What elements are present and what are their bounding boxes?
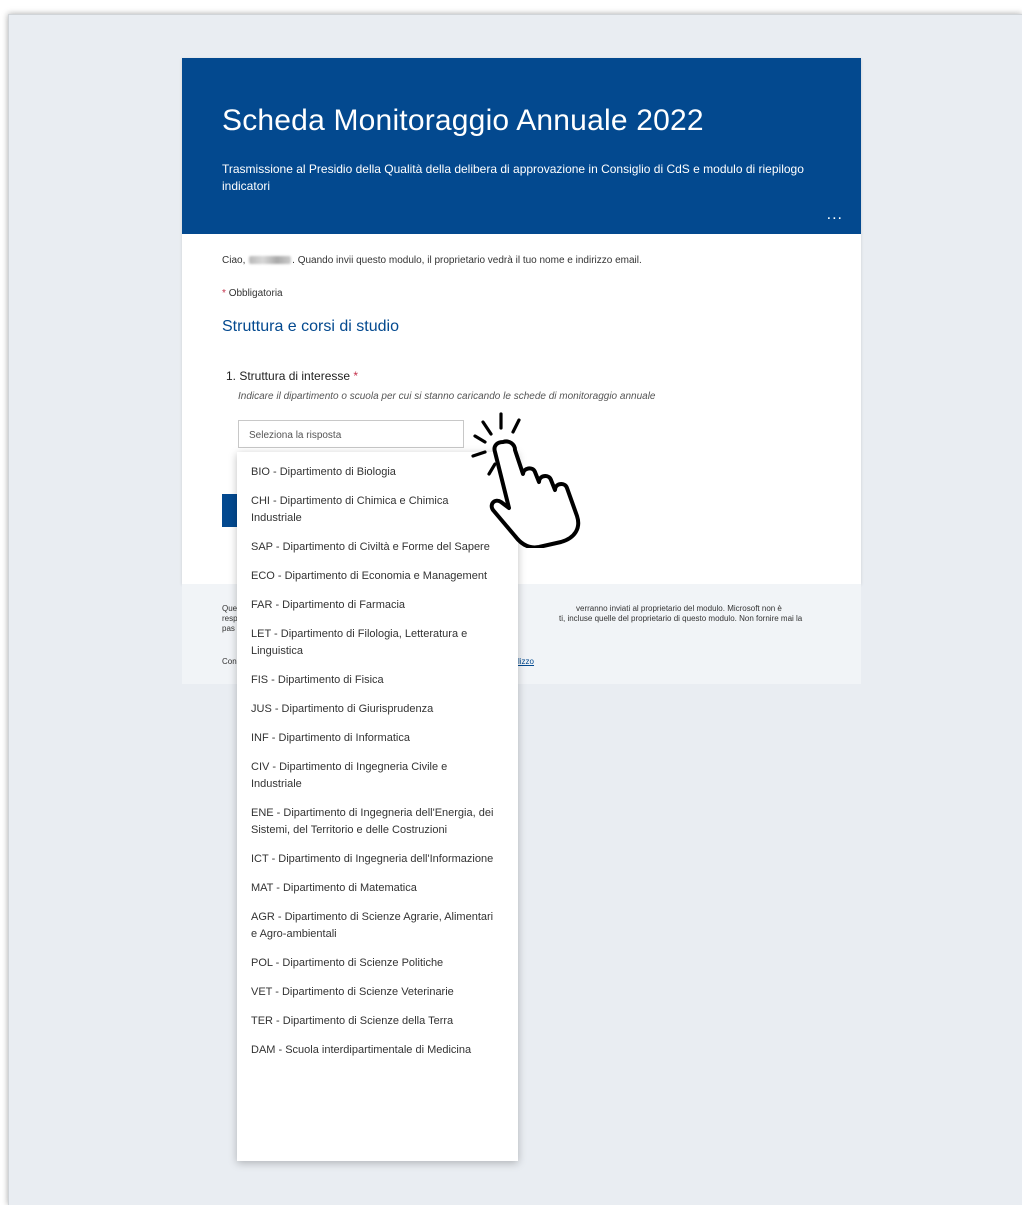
- dropdown-option[interactable]: DAM - Scuola interdipartimentale di Medi…: [237, 1036, 518, 1065]
- privacy-link[interactable]: lizzo: [518, 657, 534, 667]
- dropdown-list: BIO - Dipartimento di Biologia CHI - Dipa…: [237, 452, 518, 1161]
- greeting-suffix: . Quando invii questo modulo, il proprie…: [292, 255, 642, 266]
- question-required-star: *: [353, 369, 359, 383]
- dropdown-option[interactable]: ICT - Dipartimento di Ingegneria dell'In…: [237, 845, 518, 874]
- required-note-label: Obbligatoria: [228, 288, 283, 299]
- dropdown-option[interactable]: ECO - Dipartimento di Economia e Managem…: [237, 562, 518, 591]
- redacted-user-name: [249, 256, 292, 265]
- footer-line2-start: resp: [222, 614, 238, 623]
- dropdown-option[interactable]: AGR - Dipartimento di Scienze Agrarie, A…: [237, 903, 518, 949]
- dropdown-option[interactable]: FIS - Dipartimento di Fisica: [237, 666, 518, 695]
- required-note: * Obbligatoria: [222, 288, 283, 299]
- question-hint: Indicare il dipartimento o scuola per cu…: [238, 391, 656, 402]
- tap-hand-icon: [471, 412, 581, 548]
- footer-line1-end: verranno inviati al proprietario del mod…: [576, 604, 782, 613]
- dropdown-option[interactable]: INF - Dipartimento di Informatica: [237, 724, 518, 753]
- dropdown-option[interactable]: POL - Dipartimento di Scienze Politiche: [237, 949, 518, 978]
- dropdown-option[interactable]: CIV - Dipartimento di Ingegneria Civile …: [237, 753, 518, 799]
- footer-line3-start: pas: [222, 624, 235, 633]
- greeting-prefix: Ciao,: [222, 255, 246, 266]
- dropdown-option[interactable]: MAT - Dipartimento di Matematica: [237, 874, 518, 903]
- dropdown-option[interactable]: FAR - Dipartimento di Farmacia: [237, 591, 518, 620]
- form-subtitle: Trasmissione al Presidio della Qualità d…: [222, 162, 804, 193]
- dropdown-option[interactable]: TER - Dipartimento di Scienze della Terr…: [237, 1007, 518, 1036]
- dropdown-option[interactable]: ENE - Dipartimento di Ingegneria dell'En…: [237, 799, 518, 845]
- dropdown-option[interactable]: JUS - Dipartimento di Giurisprudenza: [237, 695, 518, 724]
- answer-select[interactable]: Seleziona la risposta: [238, 420, 464, 448]
- footer-line4-start: Con: [222, 657, 237, 666]
- page-background: Scheda Monitoraggio Annuale 2022 Trasmis…: [8, 14, 1022, 1205]
- question-text: 1. Struttura di interesse: [226, 369, 351, 383]
- greeting-text: Ciao, . Quando invii questo modulo, il p…: [222, 255, 642, 266]
- section-title: Struttura e corsi di studio: [222, 318, 399, 335]
- submit-button[interactable]: [222, 494, 238, 527]
- footer-line2-end: ti, incluse quelle del proprietario di q…: [559, 614, 803, 623]
- footer-privacy: Con lizzo: [222, 657, 534, 667]
- form-title: Scheda Monitoraggio Annuale 2022: [222, 104, 704, 137]
- required-star: *: [222, 288, 226, 299]
- dropdown-option[interactable]: VET - Dipartimento di Scienze Veterinari…: [237, 978, 518, 1007]
- footer-line1-start: Que: [222, 604, 238, 613]
- dropdown-option[interactable]: LET - Dipartimento di Filologia, Lettera…: [237, 620, 518, 666]
- question-label: 1. Struttura di interesse *: [226, 369, 358, 383]
- form-header: Scheda Monitoraggio Annuale 2022 Trasmis…: [182, 58, 861, 234]
- more-options-button[interactable]: ...: [827, 206, 843, 224]
